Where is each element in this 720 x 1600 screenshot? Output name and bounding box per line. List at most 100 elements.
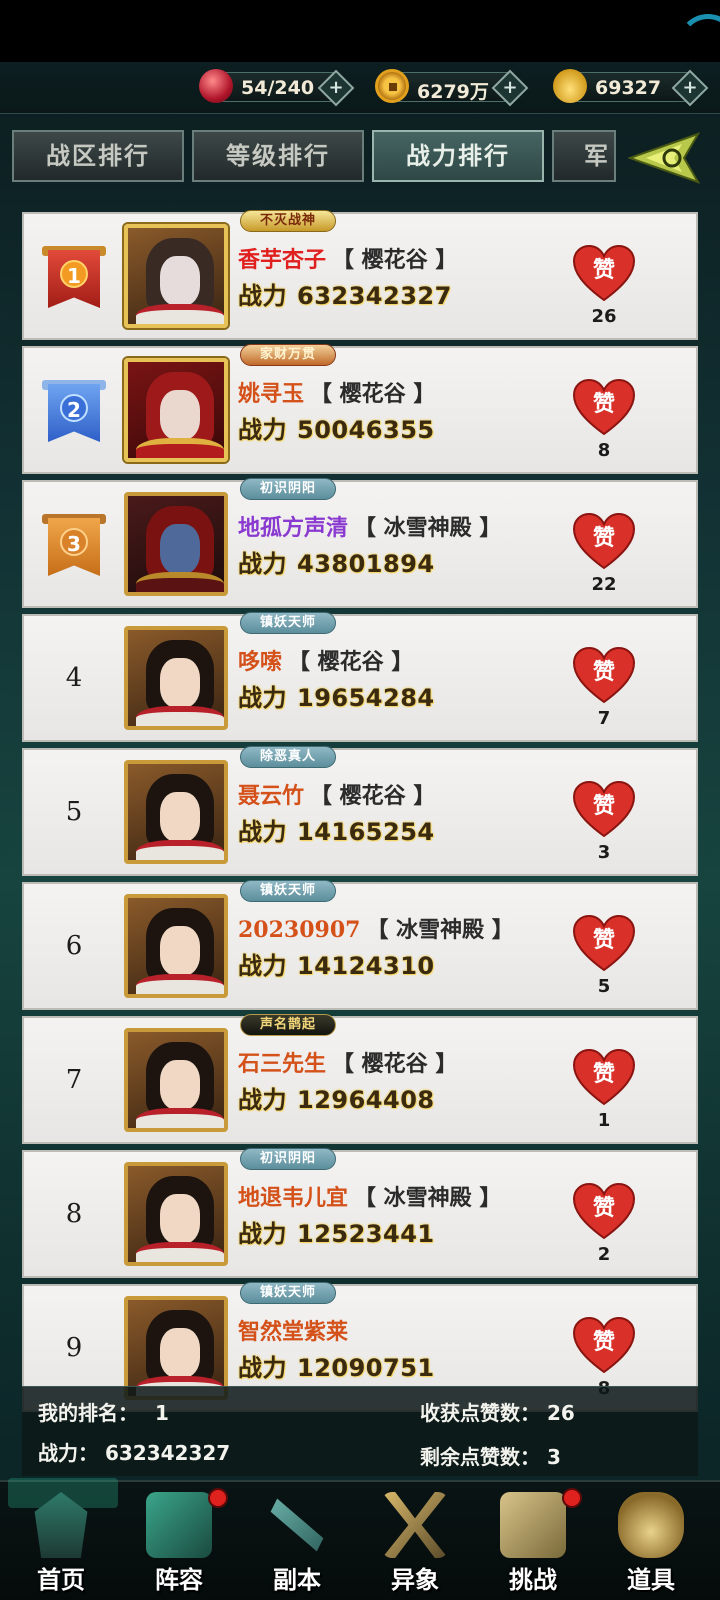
like-heart-button[interactable]: 赞: [572, 780, 636, 840]
power-line: 战力 12523441: [238, 1214, 435, 1249]
notification-dot: [208, 1488, 228, 1508]
like-label: 赞: [592, 659, 615, 685]
nav-dungeon-label: 副本: [273, 1565, 321, 1594]
challenge-scroll-icon: [500, 1492, 566, 1558]
ranking-row[interactable]: 4 镇妖天师 哆嗦【 樱花谷 】 战力 19654284 赞 7: [22, 612, 698, 742]
player-name: 哆嗦: [238, 649, 283, 675]
rank-number: 3: [60, 528, 88, 556]
title-badge: 镇妖天师: [240, 612, 336, 634]
title-badge: 初识阴阳: [240, 1148, 336, 1170]
rank-number: 1: [60, 260, 88, 288]
nav-items[interactable]: 道具: [596, 1488, 706, 1598]
ranking-row[interactable]: 2 家财万贯 姚寻玉【 樱花谷 】 战力 50046355 赞 8: [22, 344, 698, 474]
like-label: 赞: [592, 1195, 615, 1221]
power-value: 12090751: [297, 1354, 435, 1382]
power-line: 战力 14165254: [238, 812, 435, 847]
avatar[interactable]: [124, 1296, 228, 1400]
back-arrow-icon[interactable]: [628, 132, 704, 184]
power-label: 战力: [238, 416, 287, 444]
nav-lineup[interactable]: 阵容: [124, 1488, 234, 1598]
nav-home[interactable]: 首页: [6, 1488, 116, 1598]
received-likes-value: 26: [546, 1401, 575, 1425]
like-heart-button[interactable]: 赞: [572, 512, 636, 572]
ranking-row[interactable]: 1 不灭战神 香芋杏子【 樱花谷 】 战力 632342327 赞 26: [22, 210, 698, 340]
nav-challenge[interactable]: 挑战: [478, 1488, 588, 1598]
like-heart-button[interactable]: 赞: [572, 646, 636, 706]
rank-number: 2: [60, 394, 88, 422]
my-rank-value: 1: [154, 1401, 169, 1425]
power-line: 战力 43801894: [238, 544, 435, 579]
like-heart-button[interactable]: 赞: [572, 378, 636, 438]
home-pagoda-icon: [34, 1492, 88, 1558]
avatar[interactable]: [124, 224, 228, 328]
title-badge: 初识阴阳: [240, 478, 336, 500]
nav-lineup-label: 阵容: [155, 1565, 203, 1594]
tab-power-ranking[interactable]: 战力排行: [372, 130, 544, 182]
rank-number: 9: [65, 1333, 83, 1363]
player-name: 姚寻玉: [238, 381, 305, 407]
player-name-line: 石三先生【 樱花谷 】: [238, 1046, 457, 1078]
avatar[interactable]: [124, 1028, 228, 1132]
like-heart-button[interactable]: 赞: [572, 1316, 636, 1376]
avatar[interactable]: [124, 1162, 228, 1266]
like-label: 赞: [592, 1061, 615, 1087]
like-heart-button[interactable]: 赞: [572, 244, 636, 304]
nav-items-label: 道具: [627, 1565, 675, 1594]
tab-zone-ranking[interactable]: 战区排行: [12, 130, 184, 182]
ranking-row[interactable]: 7 声名鹊起 石三先生【 樱花谷 】 战力 12964408 赞 1: [22, 1014, 698, 1144]
server-name: 【 冰雪神殿 】: [354, 1185, 502, 1211]
power-value: 43801894: [297, 550, 435, 578]
player-name-line: 20230907 【 冰雪神殿 】: [238, 912, 514, 944]
my-rank-line: 我的排名： 1: [38, 1397, 169, 1426]
ranking-row[interactable]: 3 初识阴阳 地孤方声清【 冰雪神殿 】 战力 43801894 赞 22: [22, 478, 698, 608]
avatar[interactable]: [124, 626, 228, 730]
my-rank-panel: 我的排名： 1 收获点赞数： 26 战力： 632342327 剩余点赞数： 3: [22, 1386, 698, 1476]
rank-number: 7: [65, 1065, 83, 1095]
nav-anomaly[interactable]: 异象: [360, 1488, 470, 1598]
like-label: 赞: [592, 927, 615, 953]
ranking-row[interactable]: 8 初识阴阳 地退韦儿宜【 冰雪神殿 】 战力 12523441 赞 2: [22, 1148, 698, 1278]
add-gold-button[interactable]: +: [671, 69, 709, 107]
resource-bar: 54/240 + 6279万 + 69327 +: [0, 62, 720, 114]
player-name: 地退韦儿宜: [238, 1185, 349, 1211]
title-badge: 除恶真人: [240, 746, 336, 768]
like-heart-button[interactable]: 赞: [572, 1048, 636, 1108]
my-power-value: 632342327: [104, 1441, 231, 1465]
avatar[interactable]: [124, 894, 228, 998]
tab-army-ranking[interactable]: 军: [552, 130, 616, 182]
power-label: 战力: [238, 684, 287, 712]
like-label: 赞: [592, 1329, 615, 1355]
bottom-nav: 首页 阵容 副本 异象 挑战 道具: [0, 1478, 720, 1600]
add-stamina-button[interactable]: +: [317, 69, 355, 107]
rank-number: 8: [65, 1199, 83, 1229]
tab-level-ranking[interactable]: 等级排行: [192, 130, 364, 182]
dungeon-sword-icon: [270, 1498, 324, 1552]
avatar[interactable]: [124, 492, 228, 596]
ranking-row[interactable]: 5 除恶真人 聂云竹【 樱花谷 】 战力 14165254 赞 3: [22, 746, 698, 876]
power-line: 战力 12964408: [238, 1080, 435, 1115]
ranking-row[interactable]: 6 镇妖天师 20230907 【 冰雪神殿 】 战力 14124310 赞 5: [22, 880, 698, 1010]
title-badge: 不灭战神: [240, 210, 336, 232]
power-line: 战力 14124310: [238, 946, 435, 981]
power-value: 14124310: [297, 952, 435, 980]
stamina-value: 54/240: [241, 77, 315, 99]
add-silver-button[interactable]: +: [491, 69, 529, 107]
nav-challenge-label: 挑战: [509, 1565, 557, 1594]
title-badge: 家财万贯: [240, 344, 336, 366]
like-heart-button[interactable]: 赞: [572, 914, 636, 974]
power-line: 战力 632342327: [238, 276, 452, 311]
power-line: 战力 19654284: [238, 678, 435, 713]
like-heart-button[interactable]: 赞: [572, 1182, 636, 1242]
gold-resource: 69327 +: [553, 69, 709, 107]
avatar[interactable]: [124, 358, 228, 462]
title-badge: 声名鹊起: [240, 1014, 336, 1036]
plus-icon: +: [682, 77, 698, 98]
nav-anomaly-label: 异象: [391, 1565, 439, 1594]
power-value: 12964408: [297, 1086, 435, 1114]
avatar[interactable]: [124, 760, 228, 864]
nav-dungeon[interactable]: 副本: [242, 1488, 352, 1598]
status-strip: [0, 0, 720, 74]
like-count: 26: [591, 306, 617, 327]
like-label: 赞: [592, 793, 615, 819]
player-name-line: 香芋杏子【 樱花谷 】: [238, 242, 457, 274]
